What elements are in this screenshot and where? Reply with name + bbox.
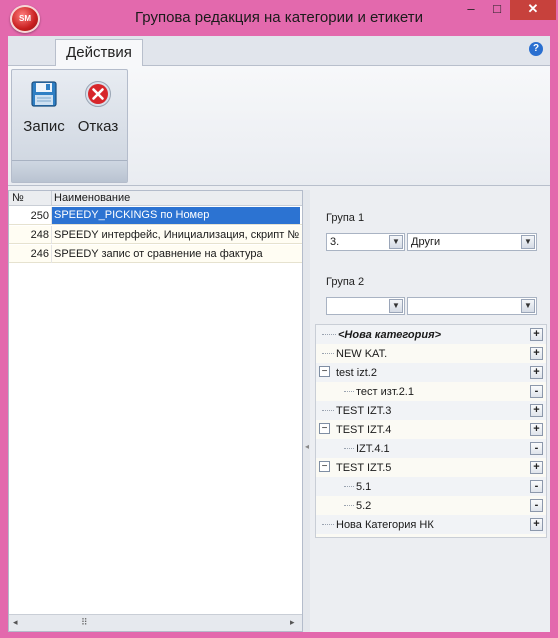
- chevron-down-icon[interactable]: ▼: [389, 235, 403, 249]
- category-tree: <Нова категория> + NEW KAT. + − test izt…: [315, 324, 547, 538]
- tree-node-label: <Нова категория>: [338, 329, 441, 341]
- horizontal-scrollbar[interactable]: ◂ ⠿ ▸: [9, 614, 302, 631]
- column-separator: [51, 226, 52, 244]
- tree-node-label: test izt.2: [336, 367, 377, 379]
- column-header-no[interactable]: №: [12, 192, 24, 204]
- tree-connector: [322, 334, 336, 335]
- tree-connector: [344, 486, 354, 487]
- tree-node[interactable]: Нова Категория НК +: [316, 515, 546, 534]
- tree-node[interactable]: − test izt.2 +: [316, 363, 546, 382]
- group2-code-select[interactable]: ▼: [326, 297, 405, 315]
- tree-node-label: TEST IZT.4: [336, 424, 392, 436]
- add-button[interactable]: +: [530, 461, 543, 474]
- remove-button[interactable]: -: [530, 499, 543, 512]
- maximize-button[interactable]: □: [484, 0, 510, 20]
- tree-connector: [344, 391, 354, 392]
- tree-connector: [322, 524, 334, 525]
- chevron-down-icon[interactable]: ▼: [521, 299, 535, 313]
- client-area: Действия ? Запис Отказ № Наименование 25…: [8, 36, 550, 632]
- collapse-toggle[interactable]: −: [319, 423, 330, 434]
- tree-connector: [322, 353, 334, 354]
- tree-node-new-category[interactable]: <Нова категория> +: [316, 325, 546, 344]
- tree-node[interactable]: 5.1 -: [316, 477, 546, 496]
- save-button[interactable]: Запис: [18, 76, 70, 146]
- save-button-label: Запис: [23, 118, 65, 135]
- row-name: SPEEDY_PICKINGS по Номер: [52, 207, 300, 224]
- panel-splitter[interactable]: [303, 190, 310, 632]
- chevron-down-icon[interactable]: ▼: [521, 235, 535, 249]
- group1-code-value: 3.: [330, 236, 340, 248]
- help-icon[interactable]: ?: [529, 42, 543, 56]
- tree-node[interactable]: тест изт.2.1 -: [316, 382, 546, 401]
- tree-node-label: NEW KAT.: [336, 348, 388, 360]
- scroll-right-icon[interactable]: ▸: [290, 617, 295, 628]
- splitter-grip-icon[interactable]: ◂: [305, 442, 309, 451]
- cancel-button[interactable]: Отказ: [72, 76, 124, 146]
- ribbon-group-footer: [12, 160, 127, 182]
- add-button[interactable]: +: [530, 423, 543, 436]
- main-window: SM Групова редакция на категории и етике…: [0, 0, 558, 638]
- table-row[interactable]: 250 SPEEDY_PICKINGS по Номер: [9, 207, 302, 225]
- column-separator: [51, 191, 52, 206]
- ribbon-group-actions: Запис Отказ: [11, 69, 128, 183]
- grid-header: № Наименование: [9, 191, 302, 206]
- group1-code-select[interactable]: 3. ▼: [326, 233, 405, 251]
- tree-connector: [322, 410, 334, 411]
- tree-connector: [344, 448, 354, 449]
- tree-node[interactable]: 5.2 -: [316, 496, 546, 515]
- tree-node-label: TEST IZT.5: [336, 462, 392, 474]
- tree-node[interactable]: TEST IZT.3 +: [316, 401, 546, 420]
- tree-node[interactable]: IZT.4.1 -: [316, 439, 546, 458]
- ribbon: Запис Отказ: [8, 66, 550, 186]
- remove-button[interactable]: -: [530, 442, 543, 455]
- group1-label: Група 1: [326, 212, 365, 224]
- row-name: SPEEDY интерфейс, Инициализация, скрипт …: [54, 229, 300, 241]
- tree-node-label: TEST IZT.3: [336, 405, 392, 417]
- remove-button[interactable]: -: [530, 480, 543, 493]
- add-button[interactable]: +: [530, 366, 543, 379]
- group2-name-select[interactable]: ▼: [407, 297, 537, 315]
- row-number: 246: [30, 248, 49, 260]
- minimize-button[interactable]: –: [458, 0, 484, 20]
- tree-node-label: 5.1: [356, 481, 372, 493]
- add-button[interactable]: +: [530, 347, 543, 360]
- group1-name-value: Други: [411, 236, 441, 248]
- row-number: 250: [30, 210, 49, 222]
- add-button[interactable]: +: [530, 328, 543, 341]
- row-number: 248: [30, 229, 49, 241]
- cancel-icon: [85, 81, 111, 107]
- tree-node[interactable]: NEW KAT. +: [316, 344, 546, 363]
- tree-connector: [344, 505, 354, 506]
- tree-node-label: IZT.4.1: [356, 443, 390, 455]
- title-bar[interactable]: SM Групова редакция на категории и етике…: [0, 0, 558, 36]
- floppy-disk-icon: [31, 81, 57, 107]
- tree-node-label: 5.2: [356, 500, 372, 512]
- scrollbar-grip-icon[interactable]: ⠿: [81, 617, 88, 628]
- tab-actions[interactable]: Действия: [55, 39, 143, 67]
- collapse-toggle[interactable]: −: [319, 461, 330, 472]
- script-grid: № Наименование 250 SPEEDY_PICKINGS по Но…: [8, 190, 303, 632]
- close-button[interactable]: ✕: [510, 0, 556, 20]
- scroll-left-icon[interactable]: ◂: [13, 617, 18, 628]
- cancel-button-label: Отказ: [77, 118, 119, 135]
- ribbon-tab-strip: Действия ?: [8, 36, 550, 67]
- column-header-name[interactable]: Наименование: [54, 192, 130, 204]
- add-button[interactable]: +: [530, 518, 543, 531]
- category-panel: Група 1 3. ▼ Други ▼ Група 2 ▼ ▼ <Нова к…: [310, 190, 550, 632]
- tree-node[interactable]: − TEST IZT.5 +: [316, 458, 546, 477]
- table-row[interactable]: 248 SPEEDY интерфейс, Инициализация, скр…: [9, 226, 302, 244]
- tree-node-label: тест изт.2.1: [356, 386, 414, 398]
- chevron-down-icon[interactable]: ▼: [389, 299, 403, 313]
- remove-button[interactable]: -: [530, 385, 543, 398]
- row-name: SPEEDY запис от сравнение на фактура: [54, 248, 263, 260]
- collapse-toggle[interactable]: −: [319, 366, 330, 377]
- add-button[interactable]: +: [530, 404, 543, 417]
- tree-node-label: Нова Категория НК: [336, 519, 434, 531]
- group2-label: Група 2: [326, 276, 365, 288]
- table-row[interactable]: 246 SPEEDY запис от сравнение на фактура: [9, 245, 302, 263]
- group1-name-select[interactable]: Други ▼: [407, 233, 537, 251]
- column-separator: [51, 245, 52, 263]
- tree-node[interactable]: − TEST IZT.4 +: [316, 420, 546, 439]
